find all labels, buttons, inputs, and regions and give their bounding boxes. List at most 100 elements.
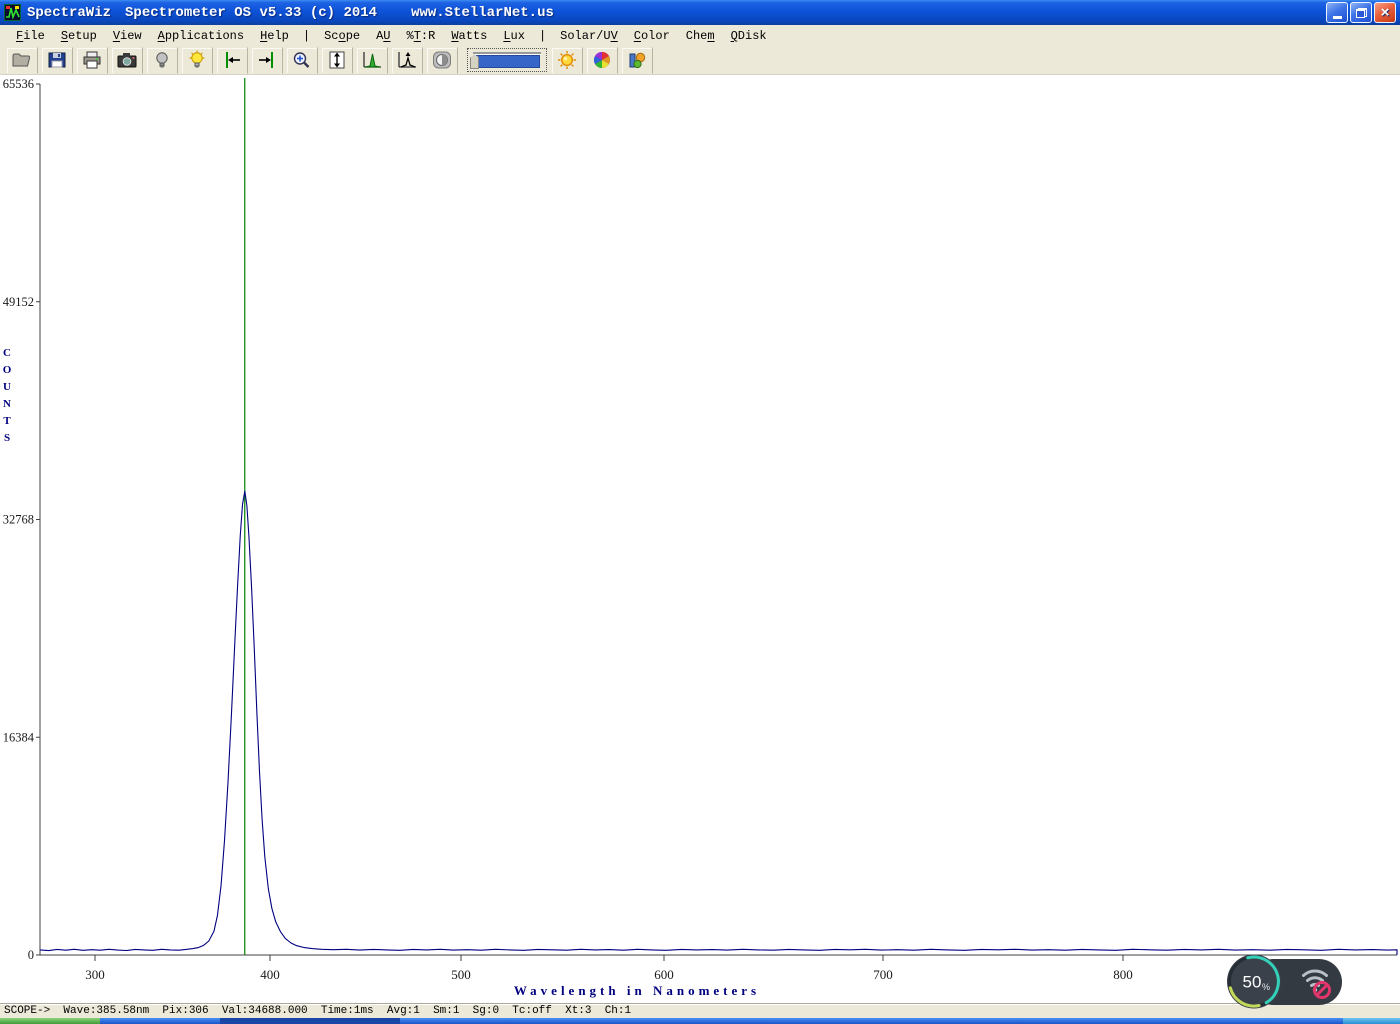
lamp-off-icon [156, 52, 168, 68]
x-tick-label: 800 [1113, 967, 1133, 982]
percent-symbol: % [1262, 982, 1270, 992]
menu-item-chem[interactable]: Chem [678, 27, 723, 45]
minimize-button[interactable] [1326, 2, 1348, 23]
axes [39, 84, 1397, 956]
cursor-left-button[interactable] [216, 46, 248, 74]
snapshot-button[interactable] [111, 46, 143, 74]
print-icon [83, 51, 101, 69]
app-name: SpectraWiz [27, 4, 112, 21]
taskbar-sliver [0, 1018, 1400, 1024]
svg-text:S: S [4, 432, 10, 444]
system-tray-sliver [1343, 1018, 1400, 1024]
lamp-on-button[interactable] [181, 46, 213, 74]
snapshot-icon [117, 53, 137, 68]
x-tick-label: 400 [260, 967, 280, 982]
peak-view-icon [363, 52, 381, 68]
menu-item-file[interactable]: File [8, 27, 53, 45]
app-logo-icon [4, 4, 21, 21]
x-tick-label: 700 [873, 967, 893, 982]
x-tick-label: 600 [654, 967, 674, 982]
y-tick-label: 0 [28, 948, 34, 962]
menu-item-solaruv[interactable]: Solar/UV [552, 27, 626, 45]
save-spectra-icon [48, 52, 66, 68]
y-axis-title: COUNTS [3, 347, 12, 444]
svg-text:N: N [3, 398, 11, 410]
menu-item-qdisk[interactable]: QDisk [723, 27, 775, 45]
status-text: SCOPE-> Wave:385.58nm Pix:306 Val:34688.… [4, 1005, 632, 1017]
zoom-in-icon [293, 52, 310, 68]
x-axis-title: Wavelength in Nanometers [514, 983, 760, 998]
app-version: Spectrometer OS v5.33 (c) 2014 [125, 4, 378, 21]
y-tick-label: 16384 [3, 730, 35, 744]
y-rescale-icon [329, 51, 345, 69]
menu-item-setup[interactable]: Setup [53, 27, 105, 45]
spectrum-trace [39, 490, 1398, 955]
menu-item-applications[interactable]: Applications [150, 27, 252, 45]
start-button-sliver[interactable] [0, 1018, 100, 1024]
menu-separator: | [302, 28, 311, 43]
restore-button[interactable] [1350, 2, 1372, 23]
sun-irradiance-icon [558, 51, 576, 69]
peak-hold-icon [398, 52, 416, 68]
svg-text:U: U [3, 381, 11, 393]
close-button[interactable]: × [1374, 2, 1396, 23]
vendor-url: www.StellarNet.us [411, 4, 554, 21]
close-icon: × [1380, 3, 1390, 21]
y-axis-ticks: 0 16384 32768 49152 65536 [3, 77, 40, 962]
menu-item-color[interactable]: Color [626, 27, 678, 45]
y-tick-label: 65536 [3, 77, 34, 91]
zoom-in-button[interactable] [286, 46, 318, 74]
active-window-button[interactable] [220, 1018, 400, 1024]
svg-text:C: C [3, 347, 11, 359]
svg-text:O: O [3, 364, 12, 376]
chem-chart-icon [629, 52, 646, 69]
title-bar[interactable]: SpectraWiz Spectrometer OS v5.33 (c) 201… [0, 0, 1400, 25]
cursor-right-icon [259, 52, 273, 68]
chem-chart-button[interactable] [621, 46, 653, 74]
menu-item-lux[interactable]: Lux [495, 27, 533, 45]
spectraviz-app: { "window": { "app_name": "SpectraWiz", … [0, 0, 1400, 1024]
display-toggle-icon [433, 51, 451, 69]
y-tick-label: 49152 [3, 295, 34, 309]
cursor-left-icon [226, 52, 240, 68]
open-spectra-button[interactable] [6, 46, 38, 74]
percent-value: 50 [1243, 973, 1262, 992]
sun-irradiance-button[interactable] [551, 46, 583, 74]
toolbar [0, 46, 1400, 75]
slider-fill [475, 55, 540, 68]
color-measure-icon [594, 52, 610, 68]
peak-hold-button[interactable] [391, 46, 423, 74]
x-axis-ticks: 300 400 500 600 700 800 [85, 955, 1133, 982]
svg-text:T: T [3, 415, 11, 427]
window-controls: × [1326, 2, 1396, 23]
save-spectra-button[interactable] [41, 46, 73, 74]
restore-icon [1355, 7, 1367, 18]
window-title: SpectraWiz Spectrometer OS v5.33 (c) 201… [27, 5, 554, 21]
menu-item-au[interactable]: AU [368, 27, 398, 45]
spectrum-chart-area[interactable]: 0 16384 32768 49152 65536 300 400 500 600 700 800 W… [0, 75, 1400, 1003]
print-button[interactable] [76, 46, 108, 74]
lamp-on-icon [189, 50, 205, 68]
floating-status-overlay[interactable]: 50 % [1222, 948, 1348, 1015]
color-measure-button[interactable] [586, 46, 618, 74]
peak-view-button[interactable] [356, 46, 388, 74]
y-tick-label: 32768 [3, 513, 34, 527]
slider-track [473, 52, 541, 54]
display-toggle-button[interactable] [426, 46, 458, 74]
y-rescale-button[interactable] [321, 46, 353, 74]
menu-item-view[interactable]: View [105, 27, 150, 45]
integration-time-slider[interactable] [467, 48, 547, 72]
menu-item-watts[interactable]: Watts [443, 27, 495, 45]
status-bar: SCOPE-> Wave:385.58nm Pix:306 Val:34688.… [0, 1003, 1400, 1018]
menu-item-tr[interactable]: %T:R [399, 27, 444, 45]
menu-bar: File Setup View Applications Help | Scope AU %T:… [0, 25, 1400, 46]
taskbar-strip [100, 1018, 1343, 1024]
x-tick-label: 500 [451, 967, 471, 982]
menu-item-scope[interactable]: Scope [316, 27, 368, 45]
x-tick-label: 300 [85, 967, 105, 982]
minimize-icon [1332, 16, 1342, 19]
spectrum-chart[interactable]: 0 16384 32768 49152 65536 300 400 500 600 700 800 W… [0, 75, 1400, 1003]
lamp-off-button[interactable] [146, 46, 178, 74]
cursor-right-button[interactable] [251, 46, 283, 74]
menu-item-help[interactable]: Help [252, 27, 297, 45]
